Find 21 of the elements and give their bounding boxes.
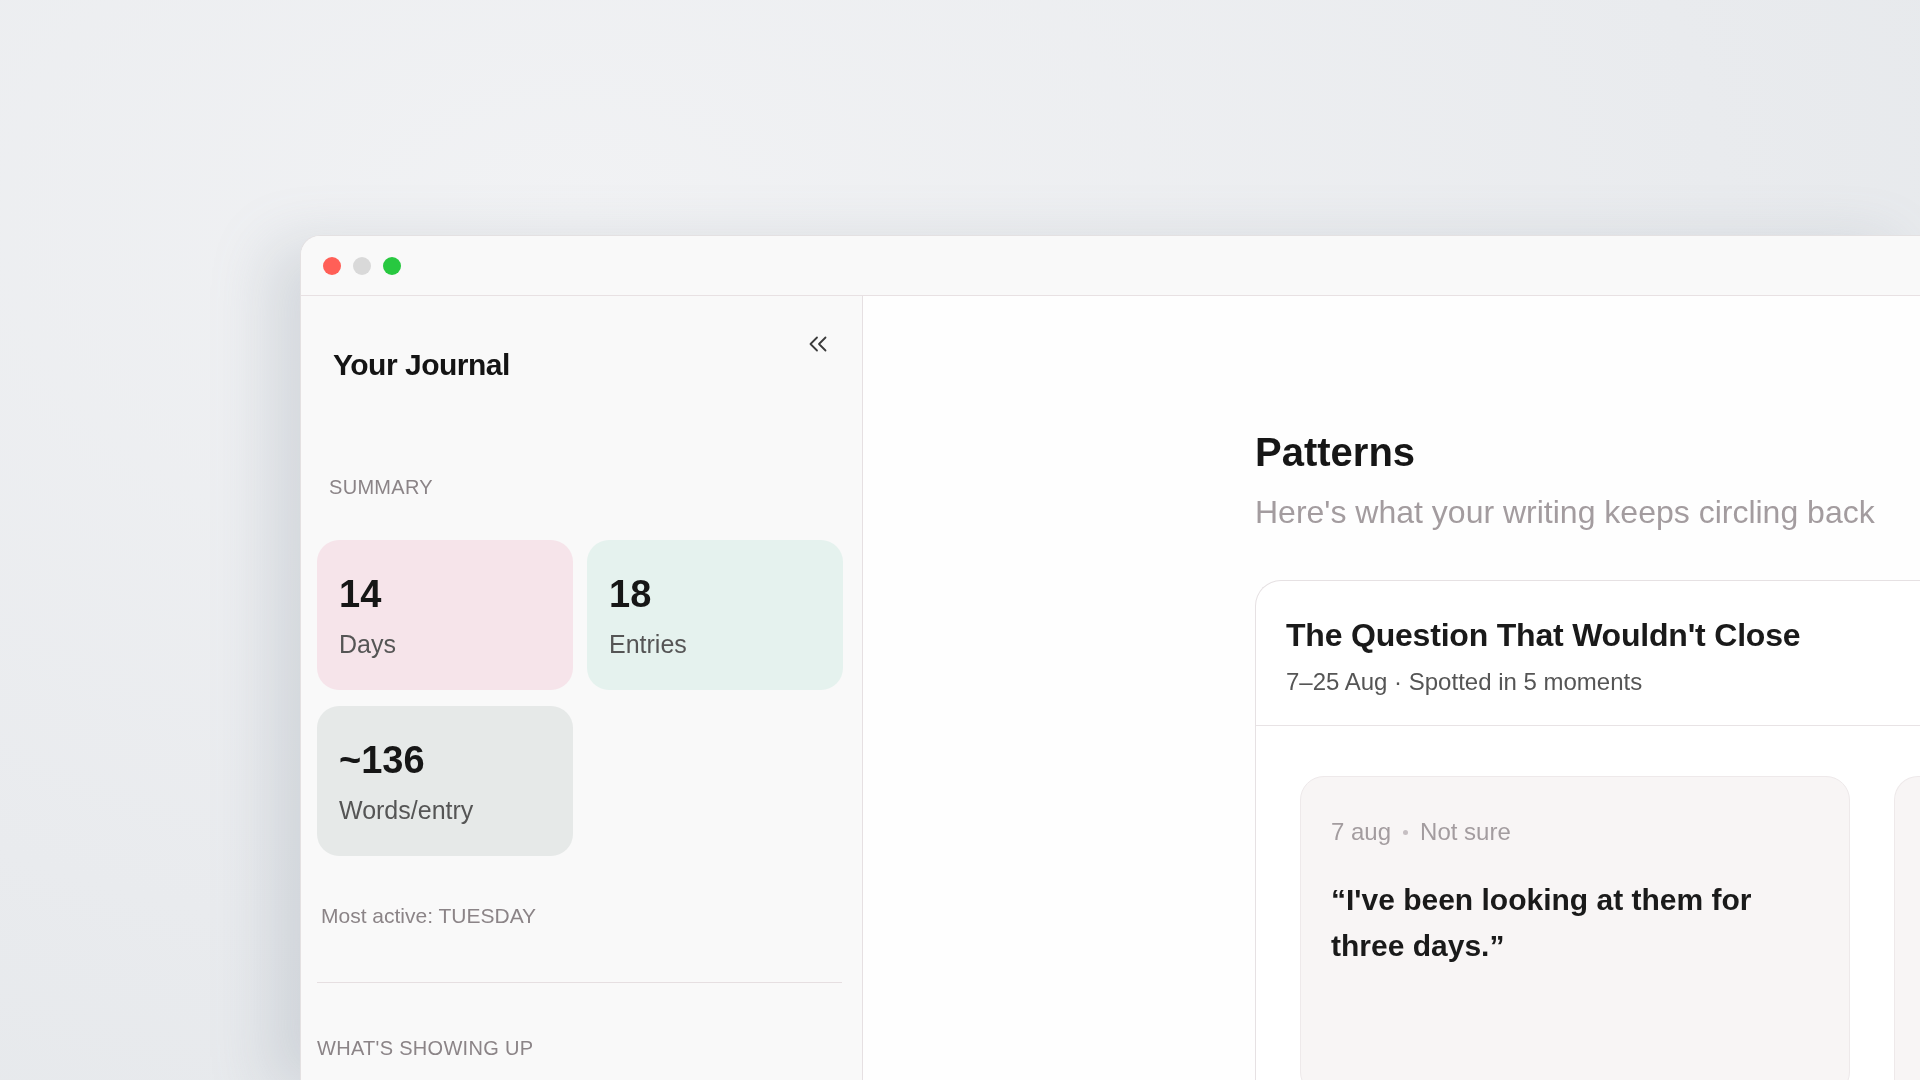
section-label: SUMMARY — [329, 475, 433, 500]
page-title: Patterns — [1255, 429, 1416, 476]
stat-value: 18 — [609, 572, 652, 616]
stat-value: 14 — [339, 572, 382, 616]
stat-label: Entries — [609, 629, 687, 660]
stat-label: Words/entry — [339, 795, 474, 826]
separator-dot-icon — [1403, 829, 1409, 835]
quote-text: “I've been looking at them for three days.” — [1331, 882, 1753, 964]
journal-title: Your Journal — [333, 347, 510, 383]
moment-date: 7 aug — [1331, 817, 1392, 847]
stat-label: Days — [339, 629, 396, 660]
pattern-title: The Question That Wouldn't Close — [1286, 616, 1801, 655]
pattern-meta: 7–25 Aug · Spotted in 5 moments — [1286, 667, 1643, 697]
section-label: WHAT'S SHOWING UP — [317, 1036, 534, 1061]
double-chevron-left-icon — [808, 336, 828, 352]
page-subtitle: Here's what your writing keeps circling back — [1255, 493, 1875, 532]
moment-mood: Not sure — [1420, 817, 1511, 847]
most-active-text: Most active: TUESDAY — [321, 903, 537, 929]
stat-value: ~136 — [339, 738, 425, 782]
zoom-window-icon[interactable] — [383, 256, 401, 275]
close-window-icon[interactable] — [323, 256, 341, 275]
